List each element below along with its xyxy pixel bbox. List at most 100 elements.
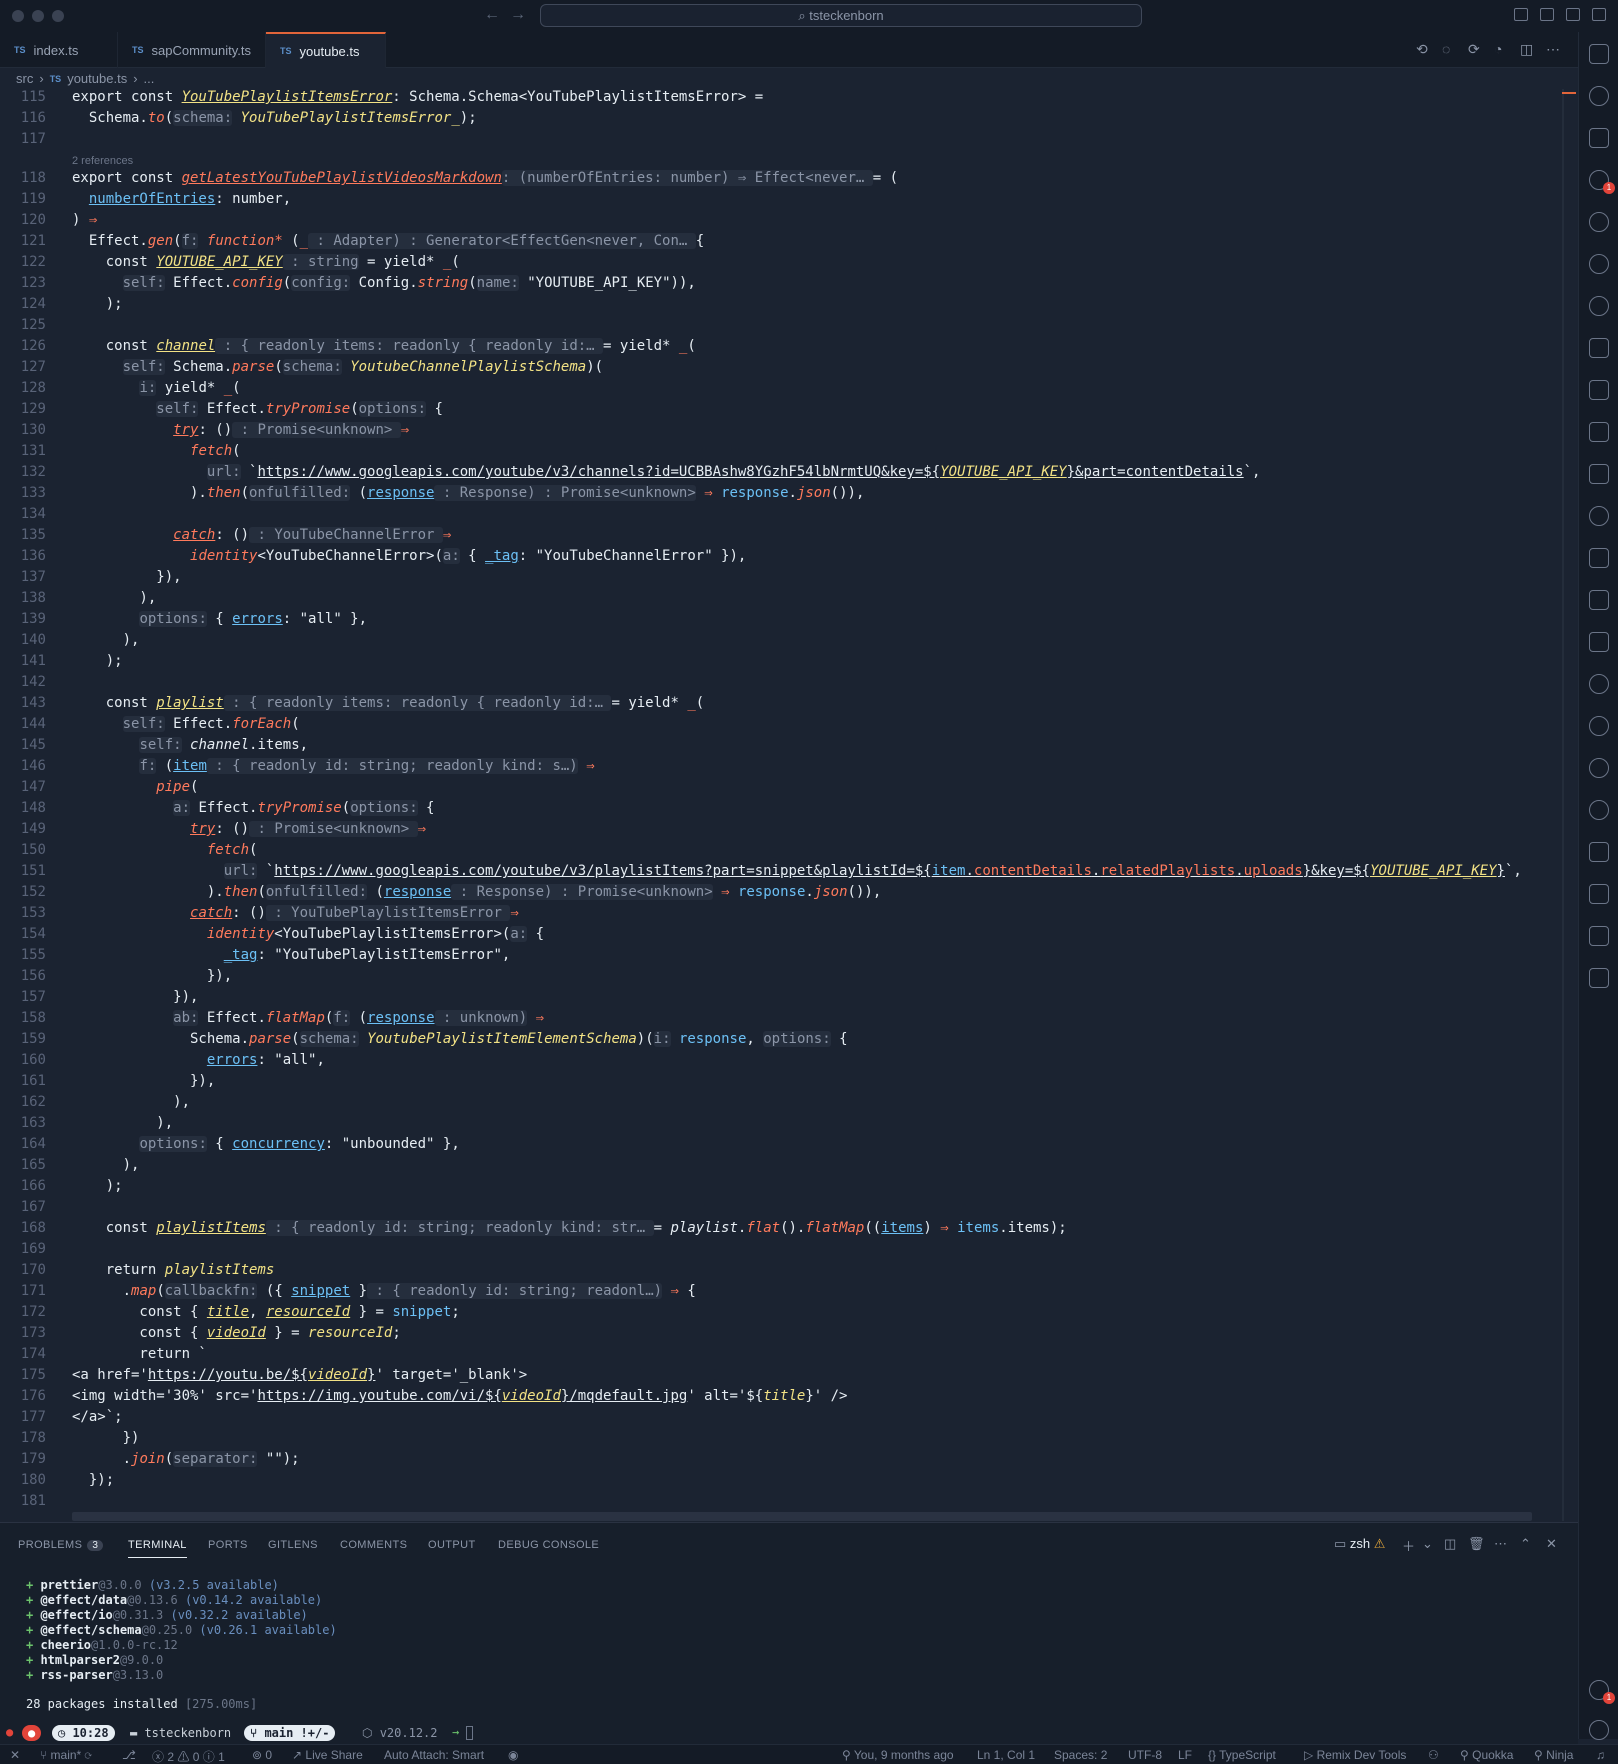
tab-problems[interactable]: PROBLEMS 3 [18,1539,104,1551]
outline-icon[interactable] [1589,884,1609,904]
command-center-search[interactable]: ⌕ tsteckenborn [540,4,1142,27]
comments-icon[interactable] [1589,632,1609,652]
status-blame[interactable]: ⚲ You, 9 months ago [842,1748,954,1762]
kubernetes-icon[interactable] [1589,800,1609,820]
warning-icon: ⚠ [1373,1536,1386,1551]
editor-overview-ruler[interactable] [1562,89,1564,1521]
back-arrow-icon[interactable]: ← [484,6,500,24]
explorer-icon[interactable] [1589,44,1609,64]
notifications-bell-icon[interactable]: ♫ [1596,1748,1605,1762]
kill-terminal-icon[interactable]: 🗑 [1468,1536,1485,1552]
toggle-sidebar-icon[interactable] [1514,8,1528,21]
horizontal-scrollbar[interactable] [72,1512,1532,1521]
code-line: return ` [72,1346,207,1362]
layers-icon[interactable] [1589,464,1609,484]
status-dot-icon: ● [6,1725,14,1739]
code-line: .map(callbackfn: ({ snippet } : { readon… [72,1283,696,1299]
tools-icon[interactable] [1589,842,1609,862]
status-auto-attach[interactable]: Auto Attach: Smart [384,1748,484,1762]
github-icon[interactable] [1589,296,1609,316]
status-remix[interactable]: ▷ Remix Dev Tools [1304,1748,1406,1762]
toggle-secondary-sidebar-icon[interactable] [1566,8,1580,21]
tab-comments[interactable]: COMMENTS [340,1539,407,1551]
sap-tools-icon[interactable] [1589,548,1609,568]
typescript-file-icon: TS [49,73,62,84]
settings-gear-icon[interactable] [1589,1720,1609,1740]
gitlens-compare-icon[interactable]: ⟲ [1416,41,1428,58]
status-problems[interactable]: ⓧ 2 ⚠ 0 ⓘ 1 [152,1748,225,1764]
code-line: self: Effect.tryPromise(options: { [156,401,443,417]
sonarlint-icon[interactable] [1589,758,1609,778]
status-eol[interactable]: LF [1178,1748,1192,1762]
tab-sapcommunity-ts[interactable]: TS sapCommunity.ts [118,32,266,68]
status-cursor-position[interactable]: Ln 1, Col 1 [977,1748,1035,1762]
close-panel-icon[interactable]: ✕ [1546,1536,1557,1552]
split-terminal-icon[interactable]: ◫ [1444,1536,1456,1552]
remote-indicator-icon[interactable]: ✕ [10,1748,20,1762]
terminal-shell-selector[interactable]: ▭ zsh ⚠ [1334,1536,1385,1552]
tab-debug-console[interactable]: DEBUG CONSOLE [498,1539,599,1551]
terminal-dropdown-icon[interactable]: ⌄ [1422,1536,1433,1552]
remote-explorer-icon[interactable] [1589,338,1609,358]
code-line: const YOUTUBE_API_KEY : string = yield* … [72,254,460,270]
terminal-prompt[interactable]: ● ● ◷ 10:28 ▬ tsteckenborn ⑂ main !+/- ⬡… [0,1722,1578,1744]
code-line: const playlistItems : { readonly id: str… [72,1220,1067,1236]
breadcrumb-src[interactable]: src [16,71,33,86]
copilot-icon[interactable] [1589,506,1609,526]
status-live-share[interactable]: ↗ Live Share [292,1748,363,1762]
search-icon[interactable] [1589,86,1609,106]
timeline-icon[interactable]: ◔ [1494,41,1502,57]
line-number: 159 [20,1031,46,1047]
code-line: }), [72,989,199,1005]
sap-fiori-icon[interactable] [1589,590,1609,610]
status-indentation[interactable]: Spaces: 2 [1054,1748,1107,1762]
minimize-window-button[interactable] [32,10,44,22]
extensions-icon[interactable] [1589,926,1609,946]
line-number: 146 [20,758,46,774]
status-encoding[interactable]: UTF-8 [1128,1748,1162,1762]
line-number: 163 [20,1115,46,1131]
text-tools-icon[interactable] [1589,968,1609,988]
new-terminal-icon[interactable]: ＋ [1402,1536,1415,1555]
forward-arrow-icon[interactable]: → [510,6,526,24]
more-actions-icon[interactable]: ⋯ [1546,41,1560,58]
code-editor[interactable]: 115 116 117 118 119 120 121 122 123 124 125 126 127 1… [0,89,1562,1521]
terminal-line: + @effect/schema@0.25.0 (v0.26.1 availab… [26,1623,337,1637]
status-ninja[interactable]: ⚲ Ninja [1534,1748,1573,1762]
tab-terminal[interactable]: TERMINAL [128,1539,187,1558]
maximize-panel-icon[interactable]: ⌃ [1520,1536,1531,1552]
gitlens-icon[interactable] [1589,212,1609,232]
panel-more-icon[interactable]: ⋯ [1494,1536,1507,1552]
tab-ports[interactable]: PORTS [208,1539,248,1551]
status-accounts-icon[interactable]: ⚇ [1428,1748,1439,1762]
codelens-references[interactable]: 2 references [72,155,133,167]
status-sync-icon[interactable]: ⎇ [122,1748,136,1762]
docker-icon[interactable] [1589,380,1609,400]
run-debug-icon[interactable] [1589,128,1609,148]
status-language[interactable]: {} TypeScript [1208,1748,1276,1762]
prompt-time: ◷ 10:28 [52,1725,115,1741]
activity-bar: 1 1 [1578,32,1618,1740]
breadcrumb-symbol[interactable]: ... [144,71,155,86]
extensions-gear-icon[interactable] [1589,674,1609,694]
git-graph-icon[interactable] [1589,254,1609,274]
close-window-button[interactable] [12,10,24,22]
previous-change-icon[interactable]: ◌ [1442,41,1450,57]
maximize-window-button[interactable] [52,10,64,22]
status-branch[interactable]: ⑂ main* ⟳ [40,1748,92,1762]
deploy-icon[interactable] [1589,422,1609,442]
live-share-icon[interactable] [1589,716,1609,736]
breadcrumb-file[interactable]: youtube.ts [67,71,127,86]
status-copilot-icon[interactable]: ◉ [508,1748,518,1762]
tab-index-ts[interactable]: TS index.ts [0,32,118,68]
line-number: 176 [20,1388,46,1404]
tab-gitlens[interactable]: GITLENS [268,1539,318,1551]
next-change-icon[interactable]: ⟳ [1468,41,1480,58]
status-ports[interactable]: ⊚ 0 [252,1748,272,1762]
tab-output[interactable]: OUTPUT [428,1539,476,1551]
status-quokka[interactable]: ⚲ Quokka [1460,1748,1513,1762]
customize-layout-icon[interactable] [1592,8,1606,21]
tab-youtube-ts[interactable]: TS youtube.ts [266,32,386,68]
split-editor-icon[interactable]: ◫ [1520,41,1533,58]
toggle-panel-icon[interactable] [1540,8,1554,21]
